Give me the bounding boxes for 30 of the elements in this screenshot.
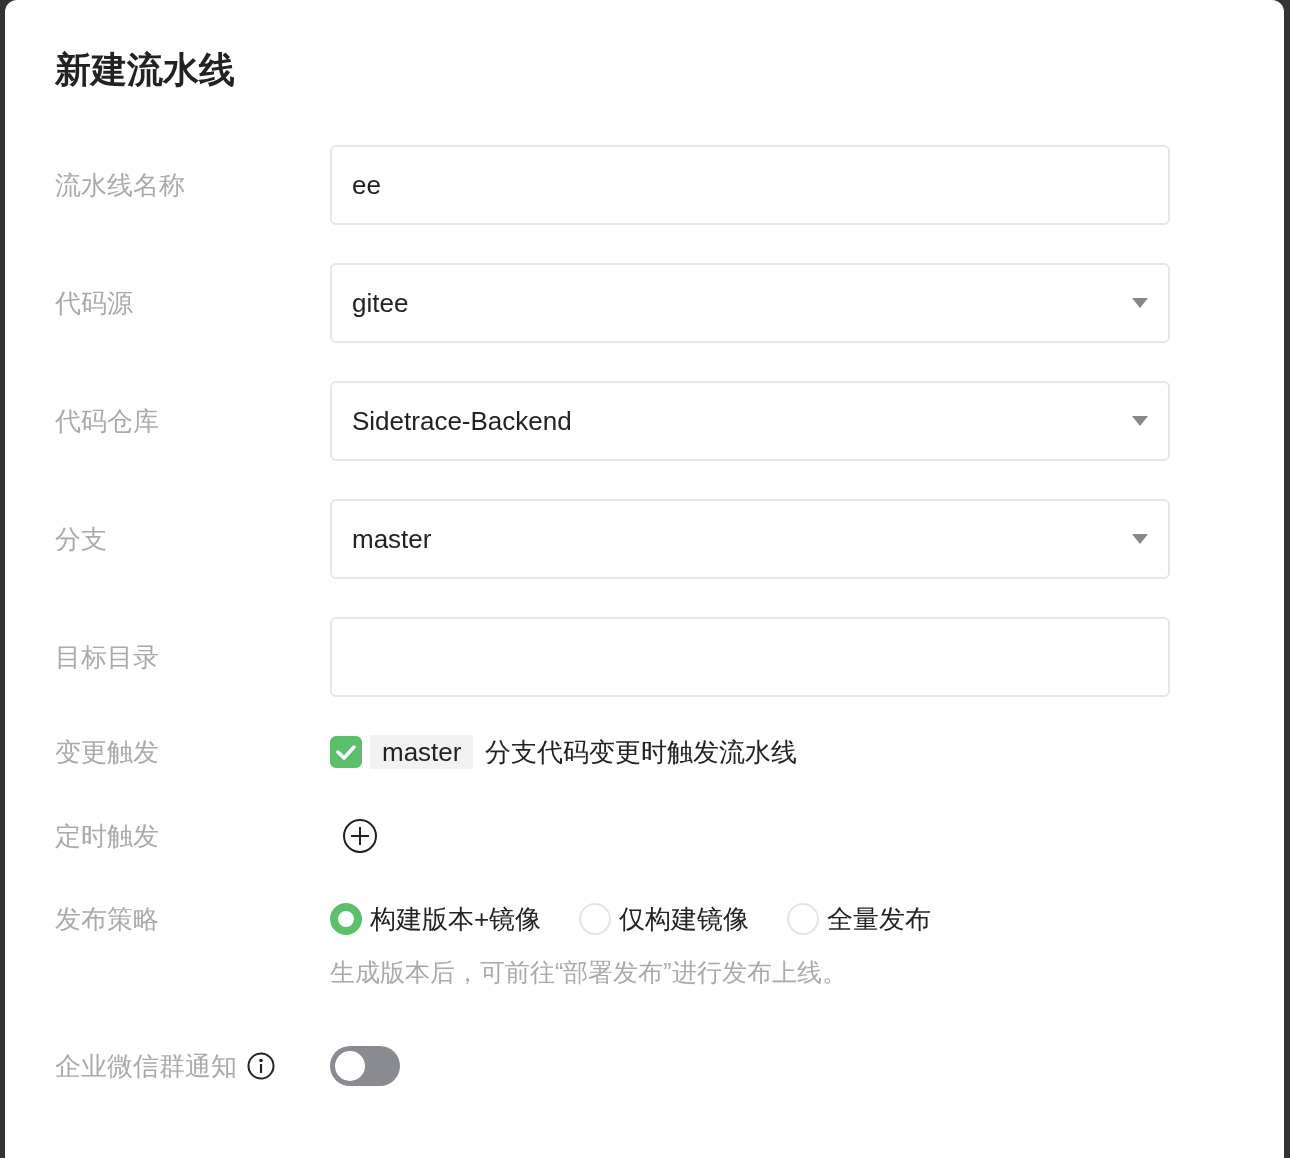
toggle-switch[interactable]: [330, 1046, 400, 1086]
radio-label[interactable]: 仅构建镜像: [619, 901, 750, 937]
radio-label[interactable]: 全量发布: [827, 901, 932, 937]
field-label: 流水线名称: [55, 169, 185, 202]
branch-tag: master: [370, 735, 474, 769]
select-field[interactable]: Sidetrace-Backend: [330, 381, 1170, 461]
select-field[interactable]: master: [330, 499, 1170, 579]
input-field[interactable]: [330, 617, 1170, 697]
add-button[interactable]: [342, 818, 378, 854]
select-field[interactable]: gitee: [330, 263, 1170, 343]
checkbox-label: 分支代码变更时触发流水线: [485, 735, 798, 769]
hint-text: 生成版本后，可前往“部署发布”进行发布上线。: [330, 957, 848, 988]
input-field[interactable]: ee: [330, 145, 1170, 225]
field-label: 目标目录: [55, 641, 159, 674]
radio-label[interactable]: 构建版本+镜像: [370, 901, 542, 937]
caret-icon: [1132, 534, 1148, 544]
field-label: 定时触发: [55, 820, 159, 853]
radio-button[interactable]: [330, 903, 362, 935]
field-label: 代码仓库: [55, 405, 159, 438]
field-label: 代码源: [55, 287, 133, 320]
field-label: 分支: [55, 523, 107, 556]
field-label: 企业微信群通知: [55, 1050, 237, 1083]
info-icon: [247, 1052, 275, 1080]
checkmark-icon: [336, 744, 356, 760]
caret-icon: [1132, 416, 1148, 426]
field-label: 变更触发: [55, 736, 159, 769]
checkbox[interactable]: [330, 736, 362, 768]
field-label: 发布策略: [55, 903, 159, 936]
dialog-title: 新建流水线: [55, 48, 236, 92]
caret-icon: [1132, 298, 1148, 308]
